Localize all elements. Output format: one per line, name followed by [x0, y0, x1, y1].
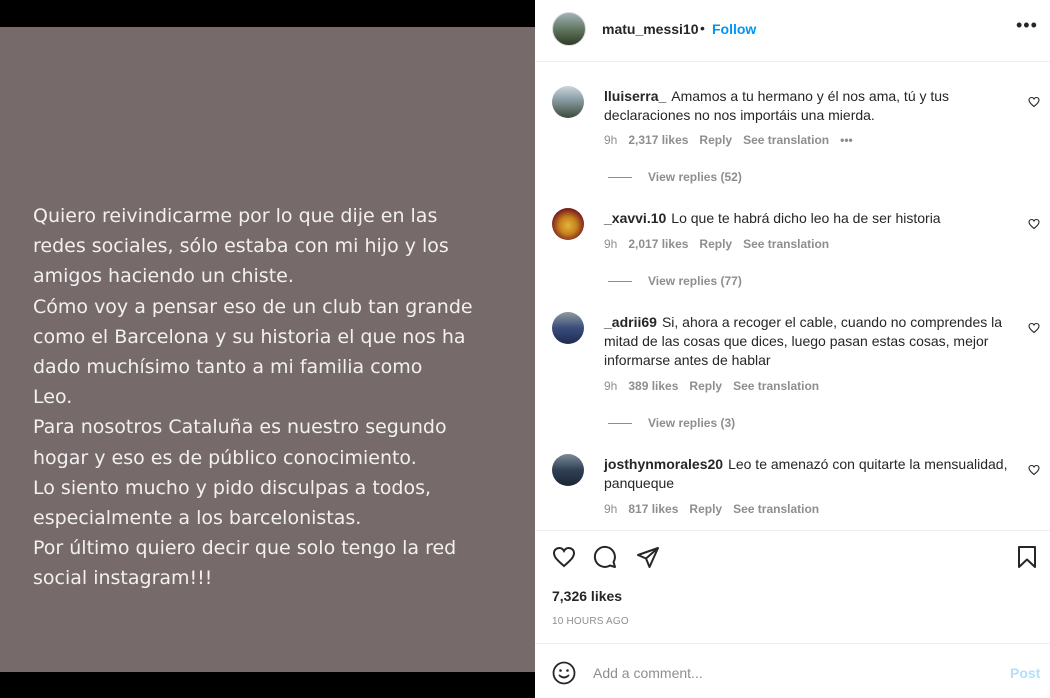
comment-username[interactable]: _xavvi.10	[604, 210, 666, 226]
see-translation-button[interactable]: See translation	[733, 502, 819, 516]
comment-username[interactable]: lluiserra_	[604, 88, 666, 104]
comment-text: josthynmorales20 Leo te amenazó con quita…	[604, 455, 1009, 493]
story-line: redes sociales, sólo estaba con mi hijo …	[33, 235, 449, 258]
story-line: hogar y eso es de público conocimiento.	[33, 446, 417, 469]
heart-icon[interactable]	[1028, 464, 1040, 476]
comment-text: _adrii69 Si, ahora a recoger el cable, cu…	[604, 313, 1009, 370]
story-line: amigos haciendo un chiste.	[33, 265, 294, 288]
heart-icon[interactable]	[552, 545, 576, 569]
story-line: Cómo voy a pensar eso de un club tan gra…	[33, 295, 473, 318]
post-author-username[interactable]: matu_messi10	[602, 21, 699, 37]
see-translation-button[interactable]: See translation	[743, 133, 829, 147]
post-sidebar: matu_messi10 • Follow ••• lluiserra_ Amam…	[535, 0, 1050, 698]
comment-options-button[interactable]: •••	[840, 133, 853, 147]
view-replies-label: View replies (77)	[648, 274, 742, 288]
divider	[608, 423, 632, 425]
comment-body: Lo que te habrá dicho leo ha de ser hist…	[671, 210, 941, 226]
comment-time[interactable]: 9h	[604, 237, 617, 251]
story-line: Leo.	[33, 386, 73, 409]
comment-text: lluiserra_ Amamos a tu hermano y él nos a…	[604, 87, 1009, 125]
view-replies-button[interactable]: View replies (52)	[608, 170, 742, 184]
comment-meta: 9h 2,317 likes Reply See translation •••	[604, 133, 864, 147]
comment-text: _xavvi.10 Lo que te habrá dicho leo ha de…	[604, 209, 1009, 228]
avatar[interactable]	[552, 312, 584, 344]
reply-button[interactable]: Reply	[699, 237, 732, 251]
follow-button[interactable]: Follow	[712, 21, 756, 37]
divider	[535, 61, 1050, 62]
media-area: Quiero reivindicarme por lo que dije en …	[0, 0, 535, 698]
see-translation-button[interactable]: See translation	[743, 237, 829, 251]
view-replies-button[interactable]: View replies (77)	[608, 274, 742, 288]
story-line: como el Barcelona y su historia el que n…	[33, 325, 466, 348]
story-line: social instagram!!!	[33, 567, 213, 590]
more-options-button[interactable]: •••	[1016, 15, 1038, 36]
avatar[interactable]	[552, 86, 584, 118]
story-line: especialmente a los barcelonistas.	[33, 507, 362, 530]
comment-input[interactable]: Add a comment...	[593, 665, 703, 681]
comment-likes[interactable]: 2,017 likes	[628, 237, 688, 251]
avatar[interactable]	[552, 454, 584, 486]
comment-meta: 9h 817 likes Reply See translation	[604, 502, 830, 516]
divider	[608, 281, 632, 283]
comment-likes[interactable]: 2,317 likes	[628, 133, 688, 147]
comment-time[interactable]: 9h	[604, 379, 617, 393]
divider	[535, 530, 1050, 531]
story-line: Para nosotros Cataluña es nuestro segund…	[33, 416, 447, 439]
story-line: Lo siento mucho y pido disculpas a todos…	[33, 476, 432, 499]
comment-likes[interactable]: 817 likes	[628, 502, 678, 516]
comment-likes[interactable]: 389 likes	[628, 379, 678, 393]
comment-username[interactable]: _adrii69	[604, 314, 657, 330]
reply-button[interactable]: Reply	[689, 502, 722, 516]
reply-button[interactable]: Reply	[689, 379, 722, 393]
story-line: Por último quiero decir que solo tengo l…	[33, 537, 457, 560]
comment-time[interactable]: 9h	[604, 133, 617, 147]
view-replies-label: View replies (3)	[648, 416, 736, 430]
view-replies-label: View replies (52)	[648, 170, 742, 184]
reply-button[interactable]: Reply	[699, 133, 732, 147]
comment-username[interactable]: josthynmorales20	[604, 456, 723, 472]
share-icon[interactable]	[636, 545, 660, 569]
header-separator: •	[700, 20, 705, 36]
comment-icon[interactable]	[593, 545, 617, 569]
view-replies-button[interactable]: View replies (3)	[608, 416, 735, 430]
bookmark-icon[interactable]	[1015, 545, 1039, 569]
story-text: Quiero reivindicarme por lo que dije en …	[33, 201, 513, 594]
post-time[interactable]: 10 HOURS AGO	[552, 616, 629, 627]
likes-count[interactable]: 7,326 likes	[552, 588, 622, 604]
heart-icon[interactable]	[1028, 322, 1040, 334]
story-line: dado muchísimo tanto a mi familia como	[33, 356, 423, 379]
heart-icon[interactable]	[1028, 218, 1040, 230]
heart-icon[interactable]	[1028, 96, 1040, 108]
see-translation-button[interactable]: See translation	[733, 379, 819, 393]
divider	[535, 643, 1050, 644]
comment-body: Si, ahora a recoger el cable, cuando no …	[604, 314, 1003, 368]
avatar[interactable]	[552, 12, 586, 46]
divider	[608, 177, 632, 179]
comment-time[interactable]: 9h	[604, 502, 617, 516]
post-image[interactable]: Quiero reivindicarme por lo que dije en …	[0, 27, 535, 672]
comment-meta: 9h 2,017 likes Reply See translation	[604, 237, 840, 251]
post-button[interactable]: Post	[1010, 665, 1040, 681]
avatar[interactable]	[552, 208, 584, 240]
comment-meta: 9h 389 likes Reply See translation	[604, 379, 830, 393]
story-line: Quiero reivindicarme por lo que dije en …	[33, 205, 438, 227]
emoji-icon[interactable]	[552, 661, 576, 685]
